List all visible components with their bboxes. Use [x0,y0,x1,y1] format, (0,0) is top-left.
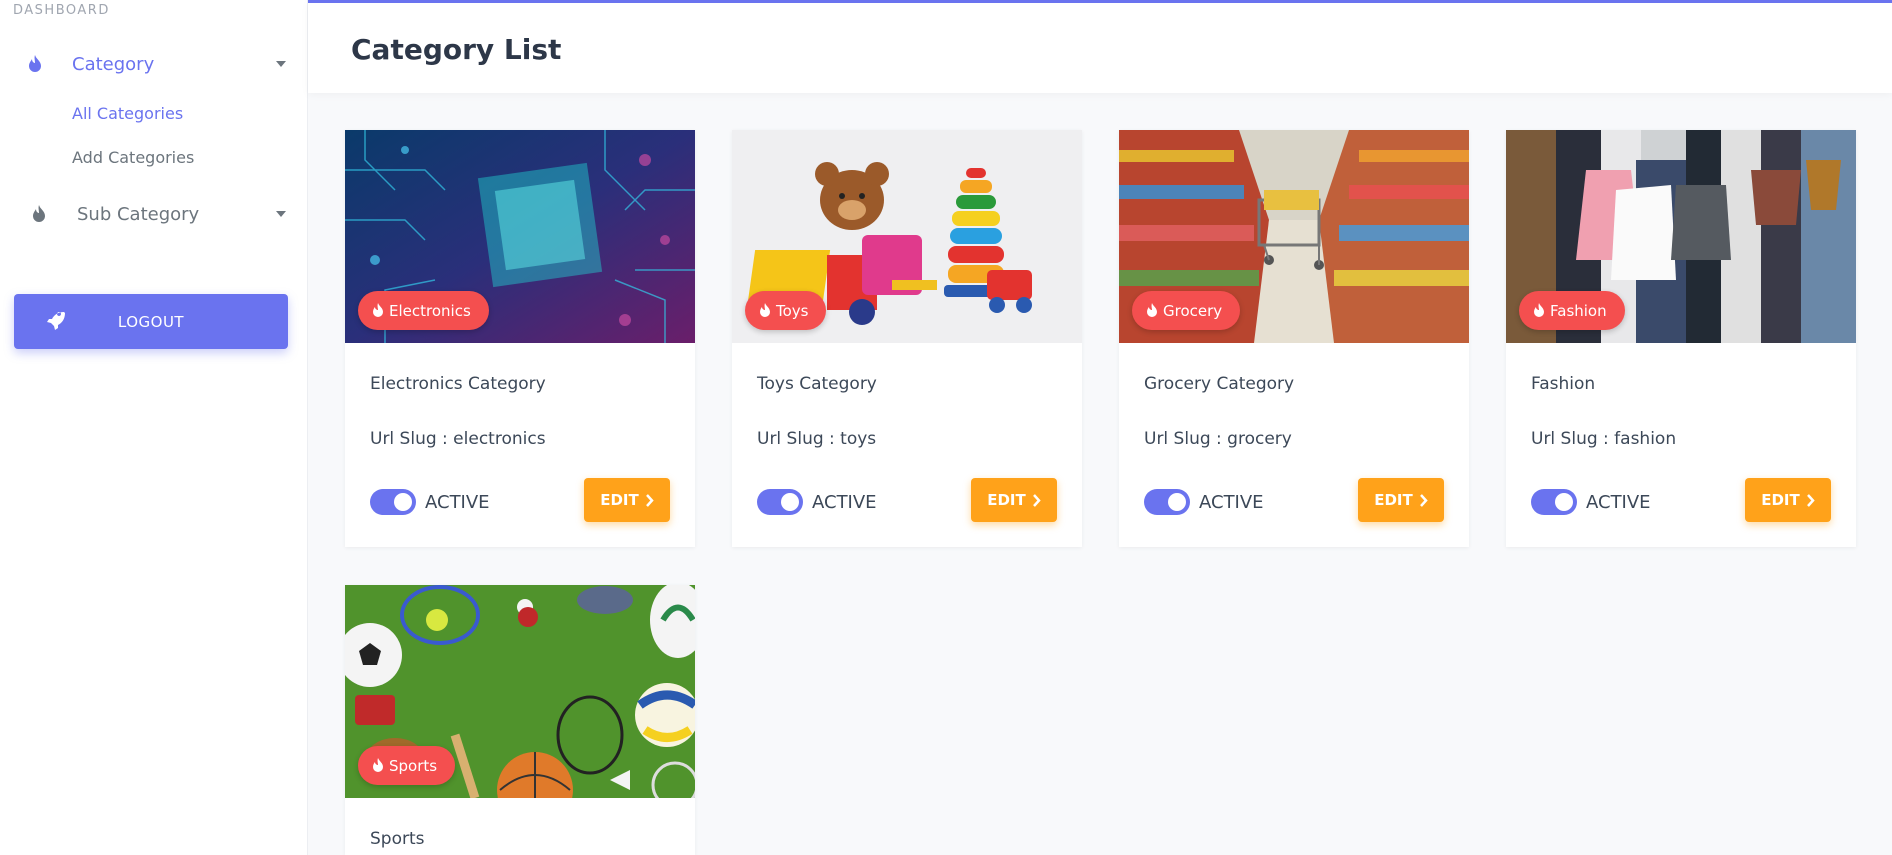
edit-label: EDIT [600,491,639,509]
edit-label: EDIT [1374,491,1413,509]
sidebar-item-label: Category [72,53,155,75]
edit-button[interactable]: EDIT [584,478,670,522]
category-slug: Url Slug : toys [757,429,877,449]
logout-button[interactable]: LOGOUT [14,294,288,349]
category-image: Fashion [1506,130,1856,343]
category-slug: Url Slug : electronics [370,429,546,449]
chevron-right-icon [645,493,654,507]
flame-icon [373,303,383,317]
flame-icon [33,205,45,222]
badge-label: Grocery [1163,301,1223,320]
category-badge: Toys [745,291,827,330]
edit-label: EDIT [1761,491,1800,509]
category-title: Electronics Category [370,374,546,394]
status-label: ACTIVE [425,492,490,513]
toggle-knob [394,493,412,511]
category-title: Fashion [1531,374,1596,394]
sidebar-subitem-add-categories[interactable]: Add Categories [72,148,194,167]
category-card: Grocery Grocery Category Url Slug : groc… [1119,130,1469,547]
page-title: Category List [351,33,562,66]
status-toggle[interactable] [1531,489,1577,515]
category-title: Sports [370,829,425,849]
flame-icon [1147,303,1157,317]
top-bar: Category List [308,0,1892,93]
category-badge: Electronics [358,291,489,330]
badge-label: Toys [776,301,809,320]
sidebar: DASHBOARD Category All Categories Add Ca… [0,0,308,855]
status-toggle[interactable] [370,489,416,515]
caret-down-icon [276,211,286,217]
category-card: Toys Toys Category Url Slug : toys ACTIV… [732,130,1082,547]
flame-icon [29,55,41,72]
category-image: Sports [345,585,695,798]
status-label: ACTIVE [1586,492,1651,513]
flame-icon [760,303,770,317]
category-slug: Url Slug : grocery [1144,429,1292,449]
badge-label: Electronics [389,301,471,320]
flame-icon [1534,303,1544,317]
badge-label: Sports [389,756,438,775]
edit-label: EDIT [987,491,1026,509]
sidebar-item-label: Sub Category [77,203,200,225]
category-badge: Fashion [1519,291,1625,330]
status-label: ACTIVE [812,492,877,513]
chevron-right-icon [1419,493,1428,507]
badge-label: Fashion [1550,301,1607,320]
edit-button[interactable]: EDIT [1358,478,1444,522]
status-label: ACTIVE [1199,492,1264,513]
category-card: Electronics Electronics Category Url Slu… [345,130,695,547]
toggle-knob [1168,493,1186,511]
category-badge: Sports [358,746,456,785]
sidebar-subitem-all-categories[interactable]: All Categories [72,104,183,123]
sidebar-heading: DASHBOARD [13,3,110,18]
category-card: Sports Sports [345,585,695,855]
category-image: Grocery [1119,130,1469,343]
logout-label: LOGOUT [117,312,185,331]
category-image: Electronics [345,130,695,343]
category-title: Toys Category [757,374,877,394]
edit-button[interactable]: EDIT [1745,478,1831,522]
category-title: Grocery Category [1144,374,1295,394]
category-slug: Url Slug : fashion [1531,429,1677,449]
chevron-right-icon [1806,493,1815,507]
toggle-knob [1555,493,1573,511]
category-badge: Grocery [1132,291,1241,330]
flame-icon [373,758,383,772]
edit-button[interactable]: EDIT [971,478,1057,522]
category-card: Fashion Fashion Url Slug : fashion ACTIV… [1506,130,1856,547]
chevron-right-icon [1032,493,1041,507]
toggle-knob [781,493,799,511]
caret-down-icon [276,61,286,67]
sidebar-item-sub-category[interactable]: Sub Category [0,194,308,234]
sidebar-item-category[interactable]: Category [0,44,308,84]
category-image: Toys [732,130,1082,343]
status-toggle[interactable] [757,489,803,515]
status-toggle[interactable] [1144,489,1190,515]
